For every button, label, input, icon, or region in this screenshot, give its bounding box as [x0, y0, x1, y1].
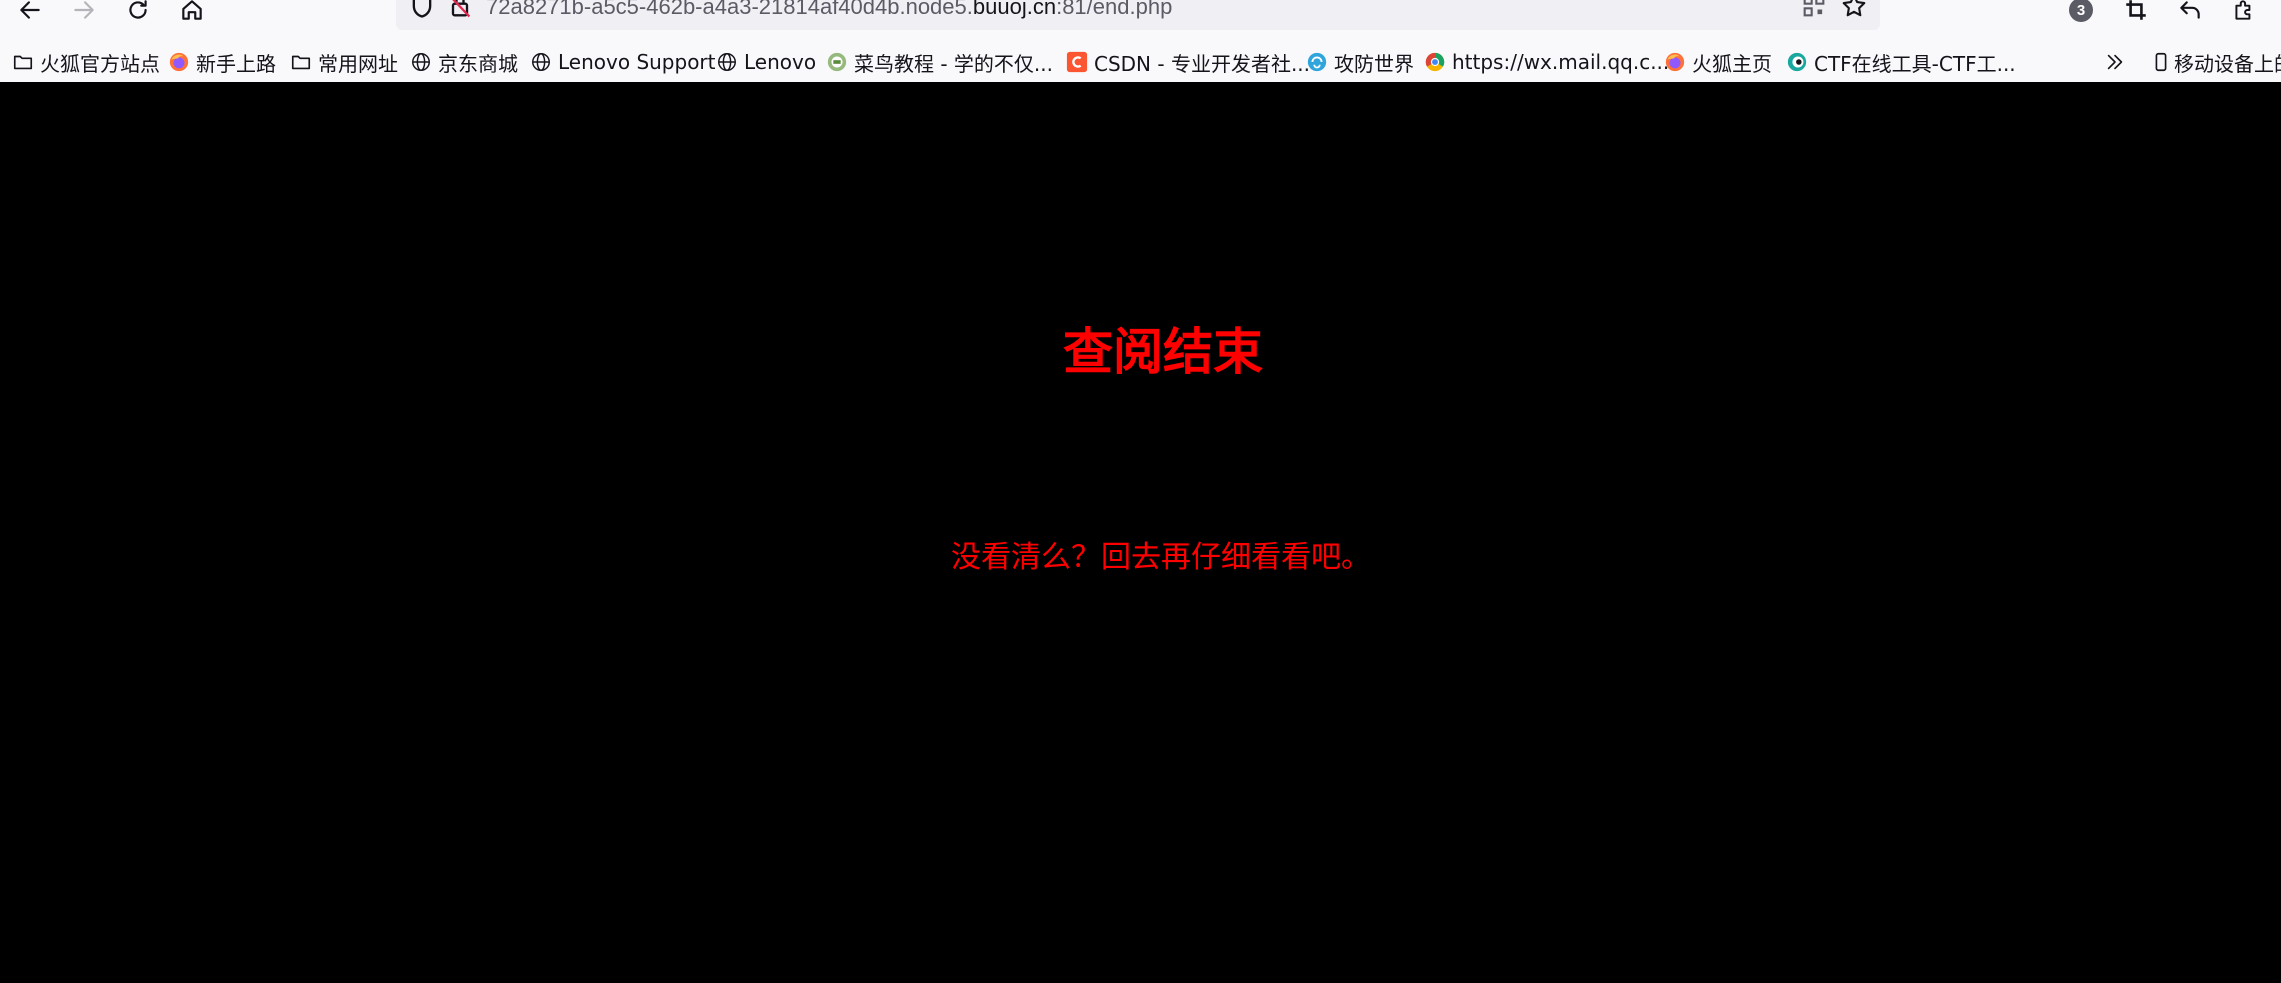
folder-icon: [291, 55, 311, 70]
qqmail-icon: [1425, 52, 1445, 72]
folder-icon: [13, 55, 33, 70]
home-button[interactable]: [172, 0, 212, 26]
phone-icon: [2155, 52, 2167, 72]
extensions-button[interactable]: [2224, 0, 2264, 26]
bookmarks-toolbar: 火狐官方站点 新手上路 常用网址 京东商城 Lenovo Support Len…: [0, 42, 2281, 82]
url-host: buuoj.cn: [972, 0, 1057, 19]
globe-icon: [718, 53, 736, 71]
bookmark-label: Lenovo Support: [558, 50, 716, 74]
arrow-left-icon: [20, 1, 40, 19]
undo-button[interactable]: [2170, 0, 2210, 26]
bookmark-item[interactable]: Lenovo: [716, 48, 816, 76]
bookmark-label: Lenovo: [744, 50, 817, 74]
bookmark-item[interactable]: 菜鸟教程 - 学的不仅...: [826, 48, 1053, 76]
navigation-toolbar: 72a8271b-a5c5-462b-a4a3-21814af40d4b.nod…: [0, 0, 2281, 40]
bookmark-item[interactable]: 新手上路: [168, 48, 276, 76]
bookmark-item[interactable]: 攻防世界: [1306, 48, 1414, 76]
page-title: 查阅结束: [1063, 323, 1263, 381]
url-text[interactable]: 72a8271b-a5c5-462b-a4a3-21814af40d4b.nod…: [486, 0, 1172, 20]
csdn-icon: [1066, 51, 1088, 73]
star-icon[interactable]: [1840, 0, 1868, 20]
browser-chrome: 72a8271b-a5c5-462b-a4a3-21814af40d4b.nod…: [0, 0, 2281, 82]
reload-button[interactable]: [118, 0, 158, 26]
bookmark-label: CTF在线工具-CTF工...: [1814, 51, 2016, 76]
home-icon: [182, 0, 202, 20]
mobile-bookmarks-label: 移动设备上的: [2174, 51, 2281, 76]
bookmark-item[interactable]: Lenovo Support: [530, 48, 716, 76]
bookmark-label: 火狐主页: [1692, 51, 1772, 76]
firefox-icon: [169, 52, 189, 72]
insecure-lock-icon[interactable]: [446, 0, 474, 20]
bookmark-item[interactable]: 火狐官方站点: [12, 48, 160, 76]
bookmark-item[interactable]: CTF在线工具-CTF工...: [1786, 48, 2016, 76]
ctf-icon: [1787, 52, 1807, 72]
page-message: 没看清么？回去再仔细看看吧。: [951, 540, 1371, 575]
page-content: 查阅结束 没看清么？回去再仔细看看吧。: [0, 82, 2281, 983]
runoob-icon: [827, 52, 847, 72]
shield-icon[interactable]: [408, 0, 436, 20]
url-suffix: :81/end.php: [1056, 0, 1173, 19]
screenshot-button[interactable]: [2116, 0, 2156, 26]
puzzle-icon: [2235, 0, 2251, 20]
bookmark-item[interactable]: 火狐主页: [1664, 48, 1772, 76]
address-bar[interactable]: 72a8271b-a5c5-462b-a4a3-21814af40d4b.nod…: [396, 0, 1880, 30]
bookmark-label: CSDN - 专业开发者社...: [1094, 51, 1311, 76]
firefox-icon: [1665, 52, 1685, 72]
url-prefix: 72a8271b-a5c5-462b-a4a3-21814af40d4b.nod…: [486, 0, 973, 19]
bookmark-label: 火狐官方站点: [40, 51, 160, 76]
undo-icon: [2180, 1, 2200, 19]
crop-icon: [2126, 0, 2146, 20]
arrow-right-icon: [74, 1, 94, 19]
qr-code-icon[interactable]: [1800, 0, 1828, 20]
bookmark-label: 菜鸟教程 - 学的不仅...: [854, 51, 1054, 76]
bookmark-label: 京东商城: [438, 51, 518, 76]
bookmark-label: 新手上路: [196, 51, 276, 76]
bookmark-item[interactable]: https://wx.mail.qq.c...: [1424, 48, 1669, 76]
globe-icon: [532, 53, 550, 71]
extensions-badge[interactable]: 3: [2069, 0, 2093, 22]
bookmark-label: 攻防世界: [1334, 51, 1414, 76]
mobile-bookmarks[interactable]: 移动设备上的: [2150, 48, 2281, 76]
reload-icon: [129, 0, 147, 19]
globe-icon: [412, 53, 430, 71]
chevron-double-right-icon: [2107, 54, 2123, 70]
bookmark-item[interactable]: 京东商城: [410, 48, 518, 76]
bookmarks-overflow-button[interactable]: [2104, 48, 2132, 76]
bookmark-item[interactable]: 常用网址: [290, 48, 398, 76]
bookmark-label: 常用网址: [318, 51, 398, 76]
forward-button[interactable]: [64, 0, 104, 26]
bookmark-item[interactable]: CSDN - 专业开发者社...: [1066, 48, 1310, 76]
back-button[interactable]: [10, 0, 50, 26]
adworld-icon: [1307, 52, 1327, 72]
bookmark-label: https://wx.mail.qq.c...: [1452, 50, 1670, 74]
